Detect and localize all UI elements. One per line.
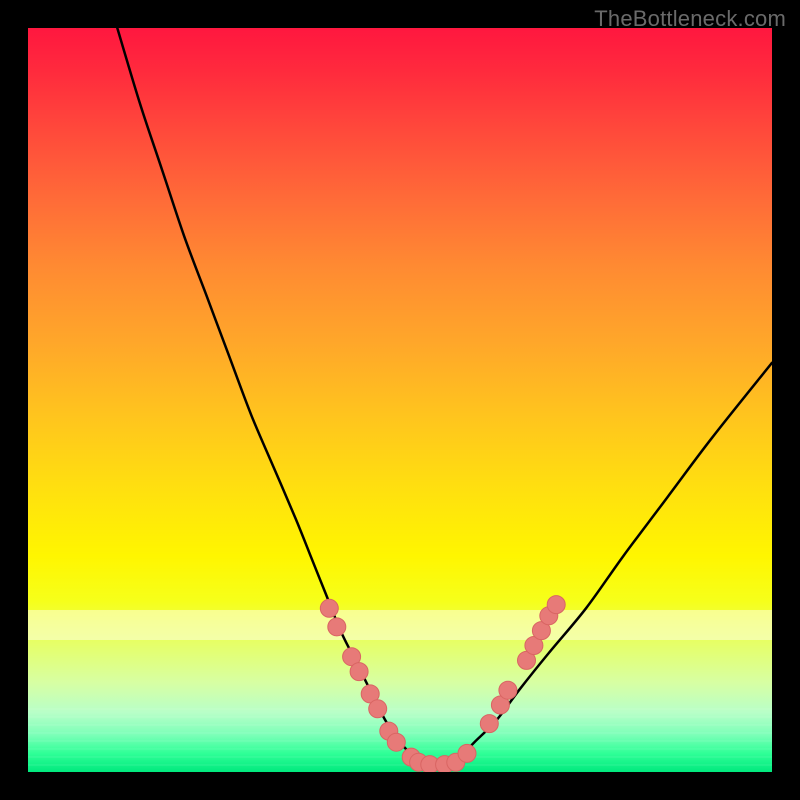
bottleneck-curve-svg [28,28,772,772]
curve-marker [458,744,476,762]
curve-marker [369,700,387,718]
bottleneck-curve [117,28,772,766]
curve-marker [320,599,338,617]
chart-frame: TheBottleneck.com [0,0,800,800]
curve-marker [350,663,368,681]
source-attribution: TheBottleneck.com [594,6,786,32]
curve-marker [499,681,517,699]
curve-marker [328,618,346,636]
curve-marker [480,715,498,733]
curve-marker [547,596,565,614]
curve-markers [320,596,565,772]
plot-area [28,28,772,772]
curve-marker [387,733,405,751]
